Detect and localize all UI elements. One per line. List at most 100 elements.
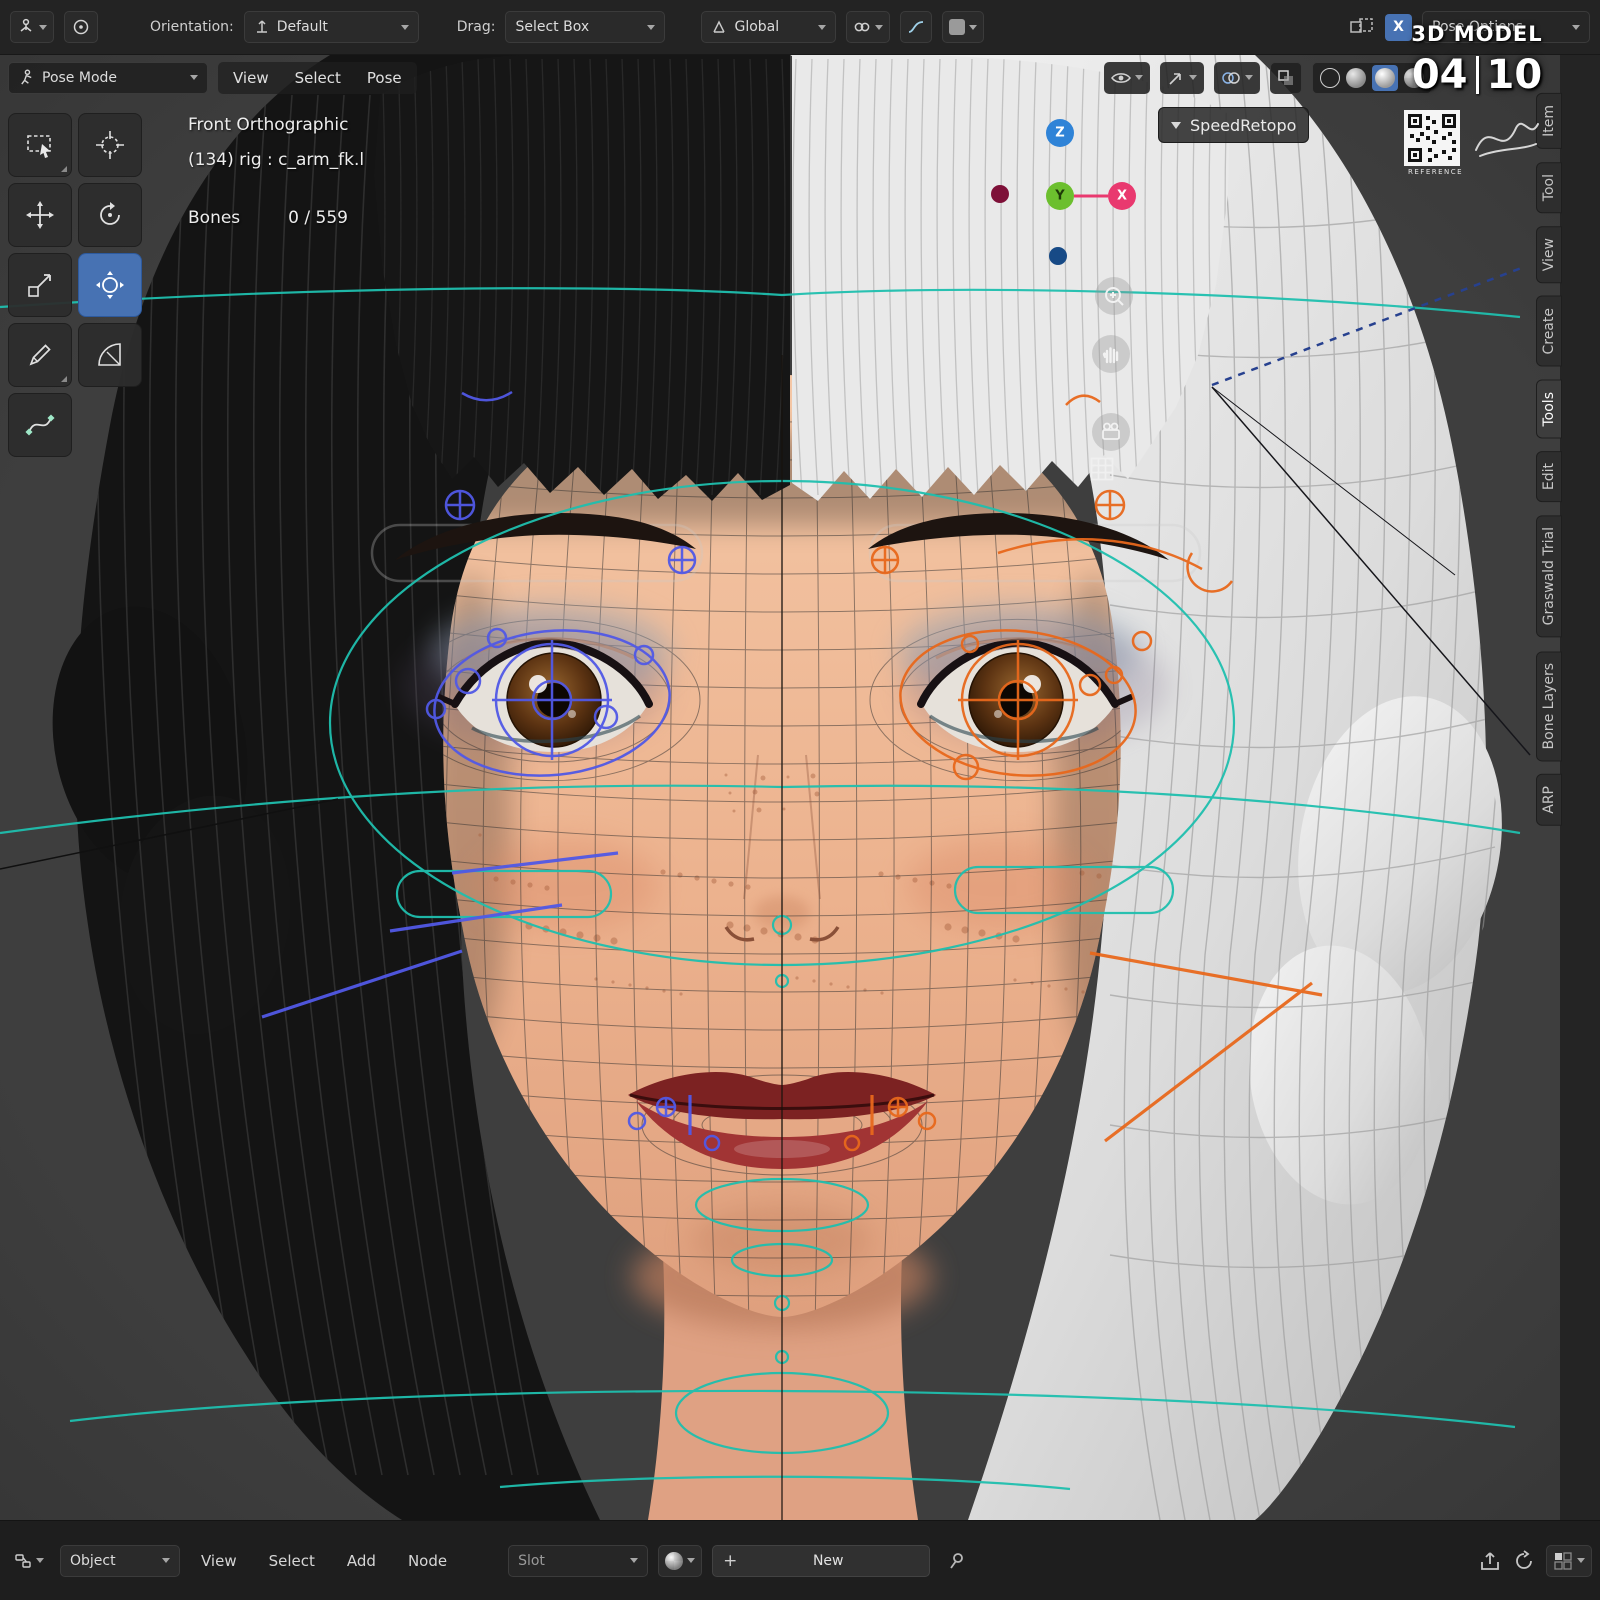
shading-material-button[interactable]	[1372, 64, 1398, 91]
tab-create[interactable]: Create	[1536, 296, 1562, 367]
show-object-types-button[interactable]	[1104, 61, 1150, 94]
eye-icon	[1111, 72, 1131, 83]
character-render	[0, 55, 1600, 1520]
frames-icon[interactable]	[1349, 17, 1375, 37]
camera-view-widget[interactable]	[1092, 413, 1130, 451]
menu-select[interactable]: Select	[282, 64, 354, 92]
pan-widget[interactable]	[1092, 335, 1130, 373]
shading-solid-button[interactable]	[1346, 67, 1366, 88]
speedretopo-panel-header[interactable]: SpeedRetopo	[1158, 107, 1310, 143]
chevron-down-icon	[1577, 1558, 1585, 1563]
shader-type-value: Object	[70, 1552, 116, 1569]
snap-grid-icon	[1554, 1551, 1572, 1570]
tab-view[interactable]: View	[1536, 226, 1562, 284]
viewport-canvas[interactable]: Front Orthographic (134) rig : c_arm_fk.…	[0, 55, 1600, 1520]
axis-gizmo[interactable]: Z Y X	[980, 115, 1150, 280]
orientation-dropdown[interactable]: Default	[243, 11, 419, 43]
shading-rendered-button[interactable]	[1404, 67, 1424, 88]
editor-type-button[interactable]	[10, 11, 54, 43]
measure-icon	[98, 343, 121, 366]
snap-link-icon	[855, 22, 870, 32]
annotate-pencil-icon	[29, 344, 51, 366]
global-axes-icon	[713, 20, 726, 33]
overlays-button[interactable]	[1214, 61, 1260, 94]
footer-menu-add[interactable]: Add	[336, 1547, 387, 1575]
axis-x-neg-ball	[991, 185, 1009, 203]
scale-icon	[28, 274, 51, 297]
gizmos-button[interactable]	[1160, 61, 1204, 94]
transform-space-dropdown[interactable]: Global	[701, 11, 837, 43]
chevron-down-icon	[400, 24, 409, 30]
node-editor-icon	[15, 1553, 31, 1568]
menu-view[interactable]: View	[220, 64, 282, 92]
move-icon	[26, 201, 54, 229]
mode-value: Pose Mode	[42, 69, 118, 86]
zoom-widget[interactable]	[1095, 277, 1133, 315]
top-header: Orientation: Default Drag: Select Box Gl…	[0, 0, 1600, 55]
tab-edit[interactable]: Edit	[1536, 451, 1562, 503]
pin-icon[interactable]	[946, 1551, 966, 1571]
sidebar-edge	[1560, 55, 1600, 1520]
tool-scale[interactable]	[8, 253, 72, 317]
overlay-swatch-button[interactable]	[942, 11, 985, 43]
tool-pose-curve[interactable]	[8, 393, 72, 457]
drag-label: Drag:	[456, 19, 496, 35]
footer-menu-select[interactable]: Select	[258, 1547, 326, 1575]
proportional-falloff-button[interactable]	[900, 11, 933, 43]
pose-options-dropdown[interactable]: Pose Options	[1422, 11, 1590, 43]
drag-dropdown[interactable]: Select Box	[505, 11, 666, 43]
chevron-down-icon	[875, 24, 884, 30]
xray-toggle[interactable]: X	[1385, 13, 1412, 41]
tool-transform[interactable]	[78, 253, 142, 317]
falloff-curve-icon	[909, 21, 924, 33]
pivot-center-button[interactable]	[64, 11, 98, 43]
panel-title: SpeedRetopo	[1190, 115, 1297, 135]
footer-menu-view[interactable]: View	[190, 1547, 248, 1575]
cursor-3d-icon	[96, 131, 124, 159]
tab-graswald-trial[interactable]: Graswald Trial	[1536, 515, 1562, 638]
tab-tool[interactable]: Tool	[1536, 161, 1562, 214]
chevron-down-icon	[1572, 24, 1580, 30]
drag-value: Select Box	[515, 19, 590, 35]
grid-widget[interactable]	[1088, 455, 1116, 483]
tab-arp[interactable]: ARP	[1536, 774, 1562, 826]
chevron-down-icon	[687, 1558, 696, 1563]
zoom-icon	[1105, 287, 1124, 306]
chevron-down-icon	[630, 1558, 639, 1563]
slot-dropdown[interactable]: Slot	[508, 1544, 649, 1577]
tool-annotate[interactable]	[8, 323, 72, 387]
tool-rotate[interactable]	[78, 183, 142, 247]
tool-cursor[interactable]	[78, 113, 142, 177]
refresh-loop-icon[interactable]	[1512, 1549, 1536, 1573]
chevron-down-icon	[818, 24, 827, 30]
chevron-down-icon	[1245, 75, 1253, 80]
tab-bone-layers[interactable]: Bone Layers	[1536, 650, 1562, 762]
new-material-button[interactable]: + New	[712, 1544, 931, 1577]
view-name: Front Orthographic	[188, 115, 349, 135]
material-preview-button[interactable]	[658, 1544, 703, 1577]
panel-disclosure-icon	[1171, 121, 1181, 129]
active-bone-label: (134) rig : c_arm_fk.l	[188, 150, 365, 170]
footer-menu-node[interactable]: Node	[397, 1547, 458, 1575]
tool-measure[interactable]	[78, 323, 142, 387]
tab-item[interactable]: Item	[1536, 93, 1562, 149]
snapping-button[interactable]	[846, 11, 891, 43]
mode-dropdown[interactable]: Pose Mode	[8, 61, 208, 94]
menu-pose[interactable]: Pose	[354, 64, 415, 92]
viewport-menus: View Select Pose	[218, 61, 417, 94]
transform-icon	[96, 271, 124, 299]
export-icon[interactable]	[1478, 1549, 1502, 1573]
pose-options-label: Pose Options	[1432, 19, 1523, 35]
shader-type-dropdown[interactable]: Object	[60, 1544, 180, 1577]
plus-icon: +	[723, 1550, 738, 1571]
snap-grid-button[interactable]	[1546, 1544, 1592, 1577]
footer-editor-type-button[interactable]	[8, 1545, 50, 1577]
grid-icon	[1090, 457, 1114, 481]
tool-move[interactable]	[8, 183, 72, 247]
axis-x-label: X	[1117, 189, 1127, 204]
armature-icon	[20, 18, 32, 32]
xray-viewport-toggle[interactable]	[1270, 61, 1302, 94]
shading-wireframe-button[interactable]	[1320, 67, 1340, 88]
tab-tools[interactable]: Tools	[1536, 379, 1562, 439]
tool-select-box[interactable]	[8, 113, 72, 177]
